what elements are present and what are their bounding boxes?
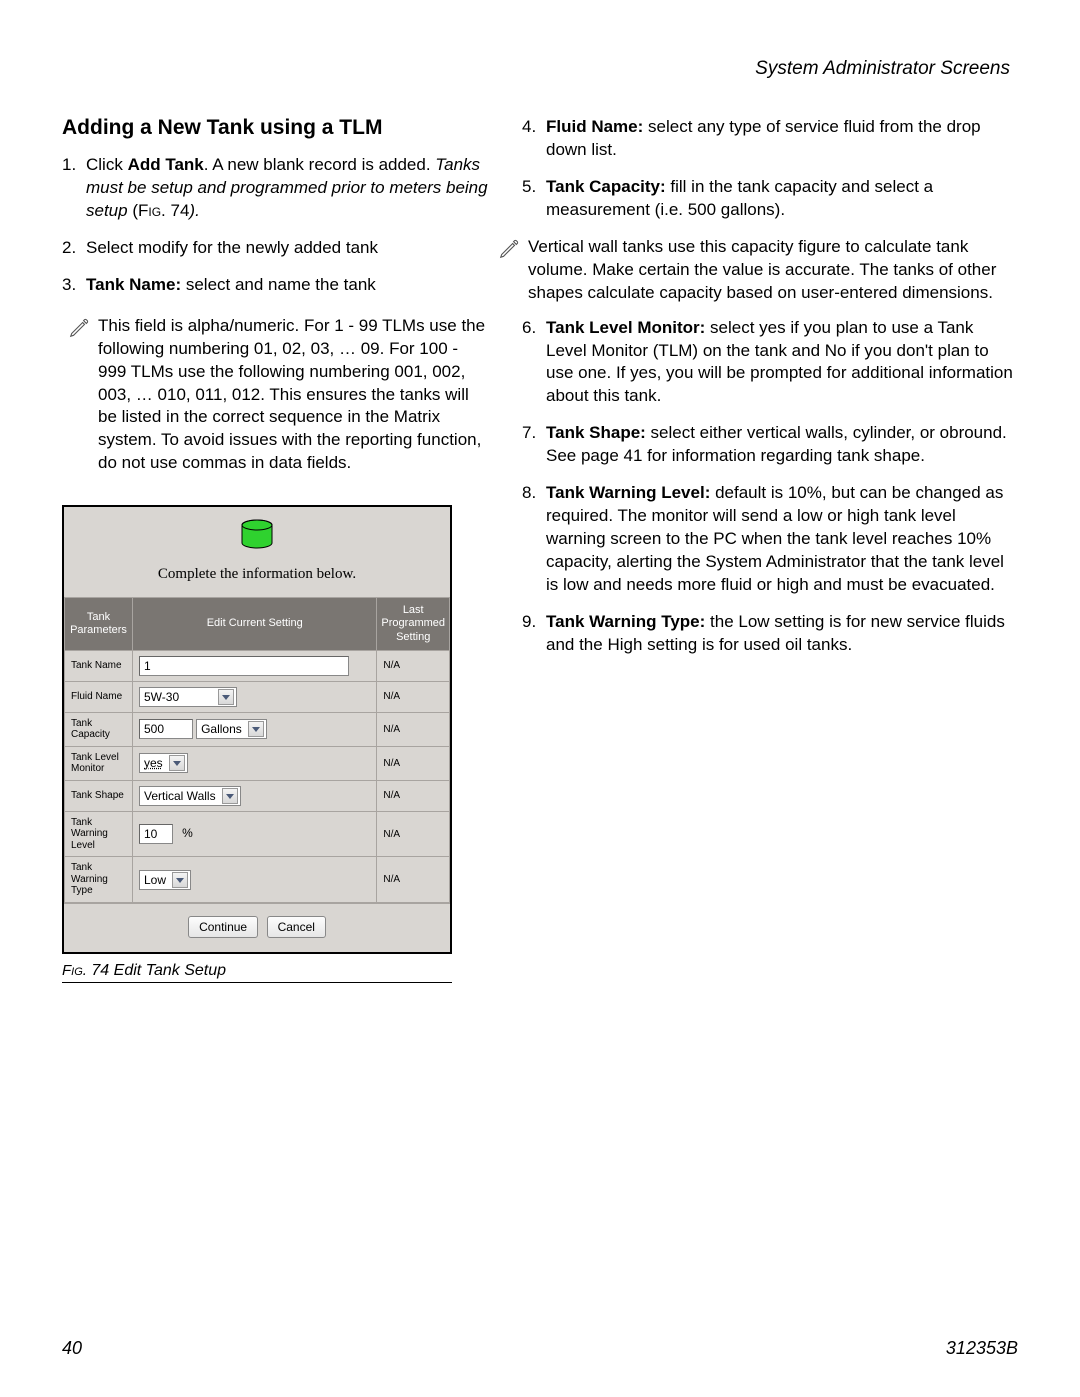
step-9: 9.Tank Warning Type: the Low setting is … — [546, 611, 1018, 657]
note-left-text: This field is alpha/numeric. For 1 - 99 … — [98, 315, 488, 476]
cancel-button[interactable]: Cancel — [267, 916, 326, 938]
row-tank-level-monitor: Tank Level Monitor yes N/A — [65, 746, 450, 780]
percent-label: % — [182, 826, 193, 840]
chevron-down-icon — [218, 689, 234, 705]
row-tank-name: Tank Name 1 N/A — [65, 650, 450, 681]
row-fluid-name: Fluid Name 5W-30 N/A — [65, 681, 450, 712]
step-1: 1.Click Add Tank. A new blank record is … — [86, 154, 492, 223]
step-8: 8.Tank Warning Level: default is 10%, bu… — [546, 482, 1018, 597]
th-edit-setting: Edit Current Setting — [133, 598, 377, 651]
left-steps: 1.Click Add Tank. A new blank record is … — [62, 154, 492, 297]
figure-edit-tank-setup: Complete the information below. Tank Par… — [62, 505, 452, 954]
right-steps-a: 4.Fluid Name: select any type of service… — [522, 116, 1018, 222]
continue-button[interactable]: Continue — [188, 916, 258, 938]
step-6: 6.Tank Level Monitor: select yes if you … — [546, 317, 1018, 409]
tank-name-input[interactable]: 1 — [139, 656, 349, 676]
document-number: 312353B — [946, 1338, 1018, 1359]
row-tank-capacity: Tank Capacity 500 Gallons N/A — [65, 712, 450, 746]
page-header-section: System Administrator Screens — [62, 58, 1018, 80]
right-steps-b: 6.Tank Level Monitor: select yes if you … — [522, 317, 1018, 657]
tank-icon — [239, 519, 275, 553]
tank-capacity-unit-select[interactable]: Gallons — [196, 719, 267, 739]
chevron-down-icon — [248, 721, 264, 737]
heading: Adding a New Tank using a TLM — [62, 116, 492, 140]
fluid-name-select[interactable]: 5W-30 — [139, 687, 237, 707]
figure-instruction: Complete the information below. — [74, 566, 440, 583]
tank-warning-type-select[interactable]: Low — [139, 870, 191, 890]
tank-shape-select[interactable]: Vertical Walls — [139, 786, 241, 806]
note-right-text: Vertical wall tanks use this capacity fi… — [528, 236, 1018, 305]
th-tank-parameters: Tank Parameters — [65, 598, 133, 651]
row-tank-warning-type: Tank Warning Type Low N/A — [65, 857, 450, 903]
chevron-down-icon — [222, 788, 238, 804]
tank-parameters-table: Tank Parameters Edit Current Setting Las… — [64, 597, 450, 903]
row-tank-warning-level: Tank Warning Level 10 % N/A — [65, 811, 450, 857]
chevron-down-icon — [172, 872, 188, 888]
th-last-programmed: Last Programmed Setting — [377, 598, 450, 651]
step-2: 2.Select modify for the newly added tank — [86, 237, 492, 260]
pencil-icon — [68, 317, 90, 476]
figure-caption: Fig. 74 Edit Tank Setup — [62, 962, 452, 983]
step-5: 5.Tank Capacity: fill in the tank capaci… — [546, 176, 1018, 222]
page-number: 40 — [62, 1338, 82, 1359]
tank-level-monitor-select[interactable]: yes — [139, 753, 188, 773]
row-tank-shape: Tank Shape Vertical Walls N/A — [65, 780, 450, 811]
step-7: 7.Tank Shape: select either vertical wal… — [546, 422, 1018, 468]
step-4: 4.Fluid Name: select any type of service… — [546, 116, 1018, 162]
tank-capacity-input[interactable]: 500 — [139, 719, 193, 739]
pencil-icon — [498, 238, 520, 305]
tank-warning-level-input[interactable]: 10 — [139, 824, 173, 844]
chevron-down-icon — [169, 755, 185, 771]
step-3: 3.Tank Name: select and name the tank — [86, 274, 492, 297]
